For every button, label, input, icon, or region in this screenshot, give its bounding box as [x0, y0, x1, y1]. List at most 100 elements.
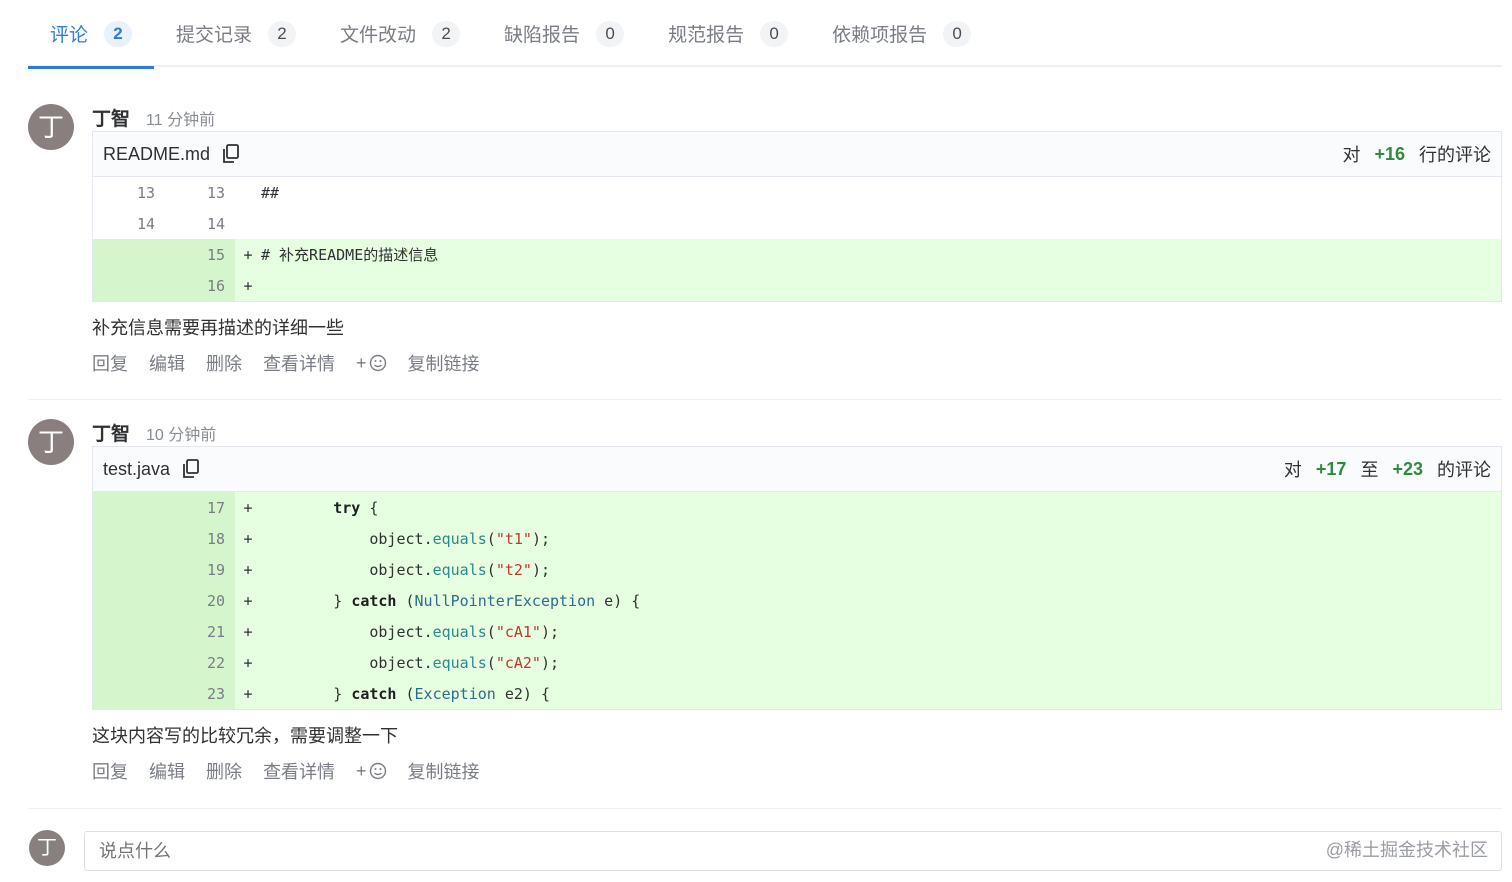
new-line-number: 16 [206, 276, 225, 295]
diff-sign: + [243, 245, 253, 264]
comment-header: 丁智 10 分钟前 [92, 419, 1502, 445]
diff-line-added: 16 + [93, 270, 1501, 301]
diff-line-added: 17 + try { [93, 492, 1501, 523]
comment-divider [28, 808, 1502, 809]
copy-link-button[interactable]: 复制链接 [408, 758, 480, 784]
avatar[interactable]: 丁 [28, 104, 74, 150]
plus-label: + [356, 760, 367, 781]
copy-icon[interactable] [182, 459, 200, 479]
diff-sign: + [243, 276, 253, 295]
smiley-icon [369, 762, 386, 780]
reply-button[interactable]: 回复 [92, 350, 128, 376]
diff-sign: + [243, 653, 253, 672]
avatar[interactable]: 丁 [28, 419, 74, 465]
watermark: @稀土掘金技术社区 [1325, 840, 1488, 860]
new-line-number: 15 [206, 245, 225, 264]
old-line-number: 13 [136, 183, 155, 202]
tab-label: 依赖项报告 [832, 25, 928, 46]
author-name[interactable]: 丁智 [92, 104, 130, 131]
code-text: object.equals("t1"); [369, 529, 550, 548]
code-text: object.equals("t2"); [369, 560, 550, 579]
new-line-number: 23 [206, 684, 225, 703]
tab-label: 评论 [50, 25, 89, 46]
tab-label: 缺陷报告 [504, 25, 581, 46]
add-reaction-button[interactable]: + [356, 761, 387, 782]
comment-item: 丁 丁智 11 分钟前 README.md 对 +16 行的评论 13 13 #… [28, 104, 1502, 394]
tab-bar: 评论 2 提交记录 2 文件改动 2 缺陷报告 0 规范报告 0 依赖项报告 0 [28, 0, 1502, 69]
tab-dependency-report[interactable]: 依赖项报告 0 [810, 0, 993, 67]
diff-sign: + [243, 684, 253, 703]
author-name[interactable]: 丁智 [92, 419, 130, 446]
file-name[interactable]: README.md [103, 144, 210, 165]
comment-actions: 回复 编辑 删除 查看详情 + 复制链接 [92, 350, 1502, 376]
delete-button[interactable]: 删除 [206, 350, 242, 376]
delete-button[interactable]: 删除 [206, 758, 242, 784]
tab-count-badge: 0 [760, 20, 789, 47]
code-text: ## [261, 183, 280, 202]
diff-sign: + [243, 591, 253, 610]
tab-spec-report[interactable]: 规范报告 0 [646, 0, 810, 67]
diff-file-header: README.md 对 +16 行的评论 [93, 132, 1501, 177]
range-suffix: 的评论 [1437, 460, 1491, 480]
diff-line: 14 14 [93, 208, 1501, 239]
diff-file-header: test.java 对 +17 至 +23 的评论 [93, 447, 1501, 492]
comment-input[interactable] [84, 831, 1502, 871]
tab-file-changes[interactable]: 文件改动 2 [318, 0, 482, 67]
comment-divider [28, 399, 1502, 400]
diff-line-added: 20 + } catch (NullPointerException e) { [93, 585, 1501, 616]
edit-button[interactable]: 编辑 [149, 758, 185, 784]
tab-commits[interactable]: 提交记录 2 [154, 0, 318, 67]
copy-link-button[interactable]: 复制链接 [408, 350, 480, 376]
comment-text: 这块内容写的比较冗余，需要调整一下 [92, 726, 398, 746]
tab-count-badge: 2 [268, 20, 297, 47]
code-text: } catch (NullPointerException e) { [333, 591, 641, 610]
tab-comments[interactable]: 评论 2 [28, 0, 155, 69]
tab-defect-report[interactable]: 缺陷报告 0 [482, 0, 646, 67]
tab-count-badge: 0 [943, 20, 972, 47]
new-line-number: 18 [206, 529, 225, 548]
code-text: # 补充README的描述信息 [261, 246, 439, 264]
comment-header: 丁智 11 分钟前 [92, 104, 1502, 130]
copy-icon[interactable] [222, 144, 240, 164]
new-line-number: 13 [206, 183, 225, 202]
tab-count-badge: 2 [432, 20, 461, 47]
tab-label: 文件改动 [340, 25, 417, 46]
old-line-number: 14 [136, 214, 155, 233]
comment-text: 补充信息需要再描述的详细一些 [92, 318, 344, 338]
range-end: +23 [1392, 458, 1423, 479]
range-start: +17 [1315, 458, 1347, 479]
edit-button[interactable]: 编辑 [149, 350, 185, 376]
comment-actions: 回复 编辑 删除 查看详情 + 复制链接 [92, 758, 1502, 784]
comment-line-range: 对 +16 行的评论 [1342, 141, 1491, 167]
diff-box: README.md 对 +16 行的评论 13 13 ## 14 14 15 +… [92, 131, 1502, 302]
reply-button[interactable]: 回复 [92, 758, 128, 784]
diff-line-added: 21 + object.equals("cA1"); [93, 616, 1501, 647]
diff-sign: + [243, 529, 253, 548]
diff-line-added: 15 + # 补充README的描述信息 [93, 239, 1501, 270]
comment-item: 丁 丁智 10 分钟前 test.java 对 +17 至 +23 的评论 17… [28, 419, 1502, 799]
new-line-number: 22 [206, 653, 225, 672]
diff-line-added: 22 + object.equals("cA2"); [93, 647, 1501, 678]
view-details-button[interactable]: 查看详情 [263, 350, 335, 376]
new-line-number: 19 [206, 560, 225, 579]
file-name[interactable]: test.java [103, 459, 170, 480]
view-details-button[interactable]: 查看详情 [263, 758, 335, 784]
diff-line: 13 13 ## [93, 177, 1501, 208]
diff-line-added: 18 + object.equals("t1"); [93, 523, 1501, 554]
smiley-icon [369, 354, 386, 372]
comment-line-range: 对 +17 至 +23 的评论 [1284, 456, 1491, 482]
diff-line-added: 19 + object.equals("t2"); [93, 554, 1501, 585]
code-text: object.equals("cA2"); [369, 653, 560, 672]
code-text: try { [333, 498, 379, 517]
code-text: object.equals("cA1"); [369, 622, 560, 641]
range-prefix: 对 [1283, 460, 1302, 480]
range-prefix: 对 [1342, 145, 1361, 165]
new-line-number: 20 [206, 591, 225, 610]
tab-count-badge: 0 [596, 20, 625, 47]
diff-sign: + [243, 498, 253, 517]
current-user-avatar[interactable]: 丁 [29, 830, 65, 866]
new-line-number: 21 [206, 622, 225, 641]
range-mid: 至 [1360, 460, 1379, 480]
diff-sign: + [243, 622, 253, 641]
add-reaction-button[interactable]: + [356, 353, 387, 374]
